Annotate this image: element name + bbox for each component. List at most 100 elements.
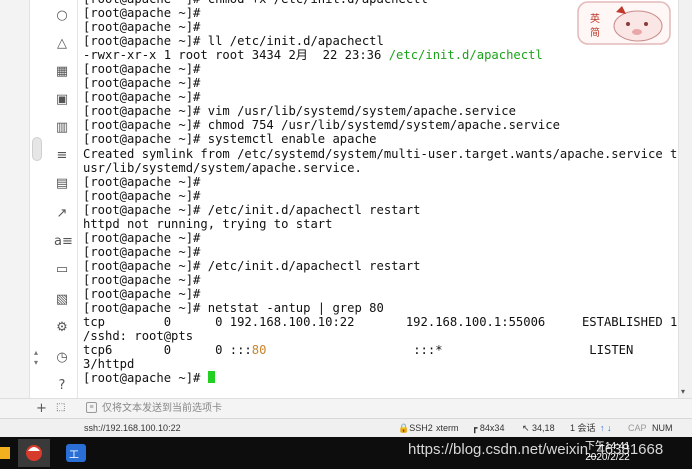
caps-lock-indicator: CAP: [628, 423, 647, 433]
terminal-line-text: [root@apache ~]# /etc/init.d/apachectl r…: [83, 258, 421, 273]
terminal-line: tcp6 0 0 :::80 :::* LISTEN 4101: [83, 343, 678, 357]
tool-rail: ○ △ ▦ ▣ ▥ ≡ ▤ ↗ a≡ ▭ ▧ ⚙ ◷ ?: [46, 0, 78, 418]
terminal-line-text: [root@apache ~]#: [83, 20, 201, 35]
xshell-icon[interactable]: [18, 439, 50, 467]
chart-icon[interactable]: ▥: [54, 120, 70, 136]
terminal-window[interactable]: [root@apache ~]# chmod +x /etc/init.d/ap…: [80, 0, 678, 398]
comment-icon[interactable]: ○: [54, 8, 70, 24]
rail-scroll-arrows[interactable]: ▴ ▾: [34, 348, 38, 368]
taskbar: 工 https://blog.csdn.net/weixin_46381668 …: [0, 437, 692, 469]
image-icon[interactable]: ▧: [54, 292, 70, 308]
expand-icon[interactable]: ⬚: [56, 402, 65, 413]
terminal-line: /sshd: root@pts: [83, 329, 678, 343]
add-tab-icon[interactable]: +: [36, 401, 47, 416]
terminal-line: [root@apache ~]# netstat -antup | grep 8…: [83, 301, 678, 315]
terminal-line-text: [root@apache ~]#: [83, 6, 201, 21]
terminal-line-text: [root@apache ~]#: [83, 62, 201, 77]
terminal-line-text: Created symlink from /etc/systemd/system…: [83, 146, 678, 161]
terminal-line: [root@apache ~]#: [83, 287, 678, 301]
terminal-line: [root@apache ~]# /etc/init.d/apachectl r…: [83, 203, 678, 217]
compose-placeholder: 仅将文本发送到当前选项卡: [102, 403, 222, 414]
protocol-label: 🔒SSH2: [398, 423, 433, 433]
terminal-scrollbar[interactable]: ▾: [678, 0, 692, 398]
terminal-line: tcp 0 0 192.168.100.10:22 192.168.100.1:…: [83, 315, 678, 329]
help-icon[interactable]: ?: [54, 378, 70, 394]
terminal-output: [root@apache ~]# chmod +x /etc/init.d/ap…: [80, 0, 678, 385]
terminal-line: -rwxr-xr-x 1 root root 3434 2月 22 23:36 …: [83, 48, 678, 62]
svg-text:工: 工: [69, 450, 79, 461]
table-icon[interactable]: ▦: [54, 64, 70, 80]
terminal-type: xterm: [436, 423, 459, 433]
num-lock-indicator: NUM: [652, 423, 673, 433]
terminal-highlight: /etc/init.d/apachectl: [388, 48, 543, 63]
share-icon[interactable]: ↗: [54, 206, 70, 222]
grid-icon[interactable]: ▣: [54, 92, 70, 108]
left-status-area: [0, 418, 80, 437]
terminal-line: [root@apache ~]#: [83, 175, 678, 189]
terminal-line: [root@apache ~]#: [83, 273, 678, 287]
terminal-line: Created symlink from /etc/systemd/system…: [83, 147, 678, 161]
terminal-line: [root@apache ~]#: [83, 189, 678, 203]
terminal-line: [root@apache ~]# vim /usr/lib/systemd/sy…: [83, 104, 678, 118]
terminal-line: [root@apache ~]#: [83, 371, 678, 385]
terminal-line-text: 3/httpd: [83, 357, 135, 372]
terminal-line: [root@apache ~]#: [83, 231, 678, 245]
input-method-sticker: 英 简: [577, 1, 671, 45]
terminal-line: [root@apache ~]#: [83, 62, 678, 76]
settings-icon[interactable]: ⚙: [54, 320, 70, 336]
terminal-size: ┏ 84x34: [472, 423, 505, 433]
terminal-line-text: usr/lib/systemd/system/apache.service.: [83, 160, 362, 175]
connection-address: ssh://192.168.100.10:22: [84, 423, 181, 433]
scroll-down-arrow-icon[interactable]: ▾: [681, 387, 685, 396]
terminal-line: [root@apache ~]#: [83, 76, 678, 90]
terminal-line-text: [root@apache ~]#: [83, 174, 201, 189]
terminal-line-text: [root@apache ~]#: [83, 272, 201, 287]
copy-icon[interactable]: ▤: [54, 176, 70, 192]
compose-bar[interactable]: ≡ 仅将文本发送到当前选项卡: [80, 398, 692, 418]
sliders-icon[interactable]: ≡: [54, 148, 70, 164]
terminal-line: [root@apache ~]#: [83, 245, 678, 259]
terminal-line: [root@apache ~]# chmod 754 /usr/lib/syst…: [83, 118, 678, 132]
terminal-line-text: /sshd: root@pts: [83, 329, 194, 344]
session-count: 1 会话: [570, 423, 596, 433]
terminal-line-text: [root@apache ~]# chmod 754 /usr/lib/syst…: [83, 118, 560, 133]
sticker-char-1: 英: [590, 12, 600, 25]
terminal-highlight: 80: [251, 343, 267, 358]
terminal-line-text: [root@apache ~]#: [83, 230, 201, 245]
clock-time: 下午14:41: [584, 441, 630, 452]
transfer-arrows-icon: ↑ ↓: [600, 423, 612, 433]
terminal-line-text: [root@apache ~]# netstat -antup | grep 8…: [83, 301, 384, 316]
terminal-line-text: [root@apache ~]#: [83, 90, 201, 105]
terminal-line: [root@apache ~]#: [83, 90, 678, 104]
terminal-line-text: [root@apache ~]# /etc/init.d/apachectl r…: [83, 202, 421, 217]
cursor-position: ↖ 34,18: [522, 423, 555, 433]
terminal-line-text: httpd not running, trying to start: [83, 216, 333, 231]
left-bottom-controls: + ⬚: [0, 398, 80, 418]
terminal-line: usr/lib/systemd/system/apache.service.: [83, 161, 678, 175]
left-pane: [0, 0, 30, 418]
terminal-cursor: [207, 371, 215, 384]
status-bar: ssh://192.168.100.10:22 🔒SSH2 xterm ┏ 84…: [80, 418, 692, 437]
terminal-line: [root@apache ~]# /etc/init.d/apachectl r…: [83, 259, 678, 273]
system-clock[interactable]: 下午14:41 2020/2/22: [585, 441, 630, 463]
work-app-icon[interactable]: 工: [60, 439, 92, 467]
terminal-line-text: [root@apache ~]#: [83, 371, 208, 386]
clock-date: 2020/2/22: [585, 452, 630, 463]
send-text-icon[interactable]: ≡: [86, 402, 97, 413]
terminal-line: 3/httpd: [83, 357, 678, 371]
terminal-line-text: tcp6 0 0 :::: [83, 343, 252, 358]
left-pane-scroll-handle[interactable]: [32, 137, 42, 161]
terminal-line-text: [root@apache ~]# vim /usr/lib/systemd/sy…: [83, 104, 516, 119]
terminal-line-text: [root@apache ~]#: [83, 188, 201, 203]
history-icon[interactable]: ◷: [54, 350, 70, 366]
terminal-line-text: [root@apache ~]# systemctl enable apache: [83, 132, 377, 147]
terminal-line-text: [root@apache ~]#: [83, 286, 201, 301]
terminal-line-text: [root@apache ~]# ll /etc/init.d/apachect…: [83, 34, 384, 49]
layers-icon[interactable]: △: [54, 36, 70, 52]
text-format-icon[interactable]: a≡: [54, 234, 73, 250]
terminal-line: [root@apache ~]# systemctl enable apache: [83, 132, 678, 146]
archive-icon[interactable]: ▭: [54, 262, 70, 278]
sticker-char-2: 简: [590, 26, 600, 39]
terminal-line-tail: :::* LISTEN 4101: [266, 343, 678, 358]
terminal-line-text: [root@apache ~]#: [83, 244, 201, 259]
